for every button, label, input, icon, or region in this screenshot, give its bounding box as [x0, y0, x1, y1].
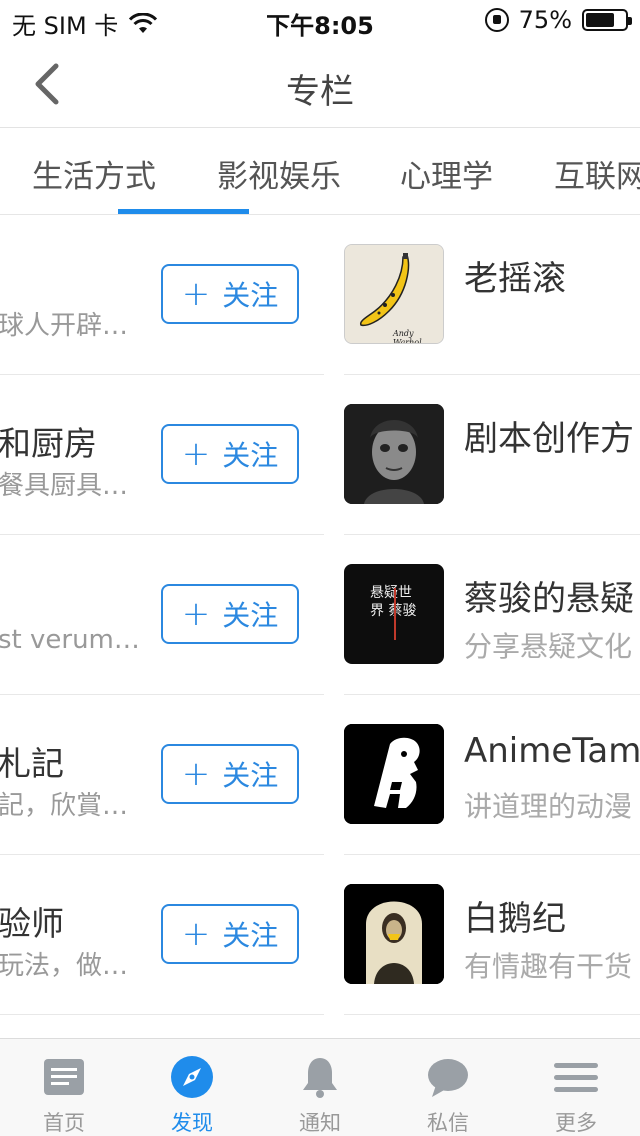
- plus-icon: +: [181, 594, 211, 634]
- list-row: 和厨房 餐具厨具… + 关注 剧本创作方: [0, 375, 640, 535]
- list-row: 球人开辟… + 关注 Andy Warhol 老摇滚: [0, 215, 640, 375]
- follow-label: 关注: [222, 279, 279, 312]
- item-description: 玩法，做…: [0, 951, 129, 981]
- list-item[interactable]: 悬疑世界 蔡骏 蔡骏的悬疑 分享悬疑文化: [344, 535, 640, 695]
- item-description: st verum…: [0, 625, 140, 655]
- follow-label: 关注: [222, 599, 279, 632]
- tab-messages[interactable]: 私信: [384, 1039, 512, 1136]
- item-description: 有情趣有干货: [464, 950, 633, 983]
- follow-button[interactable]: + 关注: [161, 904, 299, 964]
- bottom-tab-bar: 首页 发现 通知 私信 更多: [0, 1038, 640, 1136]
- column-avatar: [344, 884, 444, 984]
- column-avatar: [344, 724, 444, 824]
- tab-discover[interactable]: 发现: [128, 1039, 256, 1136]
- battery-icon: [582, 9, 632, 31]
- item-title: 验师: [0, 904, 64, 943]
- orientation-lock-icon: [484, 8, 509, 32]
- item-title: AnimeTama: [464, 731, 640, 771]
- column-list[interactable]: 球人开辟… + 关注 Andy Warhol 老摇滚 和厨房 餐具厨具… + 关注: [0, 215, 640, 1038]
- list-row: 札記 記，欣賞… + 关注 AnimeTama 讲道理的动漫: [0, 695, 640, 855]
- item-description: 餐具厨具…: [0, 471, 129, 501]
- item-description: 球人开辟…: [0, 311, 129, 341]
- home-icon: [44, 1059, 84, 1095]
- follow-button[interactable]: + 关注: [161, 424, 299, 484]
- follow-label: 关注: [222, 919, 279, 952]
- list-item[interactable]: 验师 玩法，做… + 关注: [0, 855, 324, 1015]
- tab-label: 发现: [171, 1111, 213, 1135]
- category-tabs: 生活方式 影视娱乐 心理学 互联网: [0, 129, 640, 215]
- follow-label: 关注: [222, 759, 279, 792]
- plus-icon: +: [181, 754, 211, 794]
- plus-icon: +: [181, 434, 211, 474]
- item-description: 記，欣賞…: [0, 791, 129, 821]
- list-item[interactable]: Andy Warhol 老摇滚: [344, 215, 640, 375]
- follow-button[interactable]: + 关注: [161, 584, 299, 644]
- tab-home[interactable]: 首页: [0, 1039, 128, 1136]
- list-item[interactable]: 剧本创作方: [344, 375, 640, 535]
- thumb-divider: [394, 588, 396, 640]
- tab-notifications[interactable]: 通知: [256, 1039, 384, 1136]
- plus-icon: +: [181, 274, 211, 314]
- list-item[interactable]: AnimeTama 讲道理的动漫: [344, 695, 640, 855]
- battery-percent: 75%: [518, 6, 572, 34]
- item-title: 老摇滚: [464, 259, 566, 299]
- item-title: 白鹅纪: [464, 899, 566, 939]
- tab-internet[interactable]: 互联网: [554, 151, 640, 196]
- compass-icon: [171, 1056, 213, 1098]
- tab-psychology[interactable]: 心理学: [400, 151, 493, 196]
- status-bar: 无 SIM 卡 下午8:05 75%: [0, 0, 640, 40]
- column-avatar: [344, 404, 444, 504]
- plus-icon: +: [181, 914, 211, 954]
- list-item[interactable]: 札記 記，欣賞… + 关注: [0, 695, 324, 855]
- column-avatar: 悬疑世界 蔡骏: [344, 564, 444, 664]
- item-title: 剧本创作方: [464, 419, 634, 459]
- list-item[interactable]: st verum… + 关注: [0, 535, 324, 695]
- follow-label: 关注: [222, 439, 279, 472]
- message-icon: [428, 1059, 468, 1097]
- list-item[interactable]: 和厨房 餐具厨具… + 关注: [0, 375, 324, 535]
- item-description: 讲道理的动漫: [464, 790, 633, 823]
- tab-more[interactable]: 更多: [512, 1039, 640, 1136]
- nav-bar: 专栏: [0, 40, 640, 128]
- item-title: 和厨房: [0, 424, 97, 463]
- list-row: 验师 玩法，做… + 关注 白鹅纪 有情趣有干货: [0, 855, 640, 1015]
- tab-film-entertainment[interactable]: 影视娱乐: [217, 151, 341, 196]
- tab-lifestyle[interactable]: 生活方式: [32, 151, 156, 196]
- tab-label: 通知: [299, 1111, 341, 1135]
- thumb-signature: Andy Warhol: [393, 329, 422, 344]
- item-title: 蔡骏的悬疑: [464, 579, 634, 619]
- item-description: 分享悬疑文化: [464, 630, 633, 663]
- active-tab-indicator: [118, 209, 249, 214]
- tab-label: 私信: [427, 1111, 469, 1135]
- tab-label: 更多: [555, 1111, 597, 1135]
- item-title: 札記: [0, 744, 64, 783]
- list-item[interactable]: 球人开辟… + 关注: [0, 215, 324, 375]
- list-item[interactable]: 白鹅纪 有情趣有干货: [344, 855, 640, 1015]
- follow-button[interactable]: + 关注: [161, 744, 299, 804]
- page-title: 专栏: [286, 72, 354, 112]
- menu-icon: [554, 1063, 598, 1092]
- bell-icon: [303, 1058, 337, 1098]
- list-row: st verum… + 关注 悬疑世界 蔡骏 蔡骏的悬疑 分享悬疑文化: [0, 535, 640, 695]
- tab-label: 首页: [43, 1111, 85, 1135]
- column-avatar: Andy Warhol: [344, 244, 444, 344]
- follow-button[interactable]: + 关注: [161, 264, 299, 324]
- thumb-logo-text: 悬疑世界 蔡骏: [370, 585, 417, 619]
